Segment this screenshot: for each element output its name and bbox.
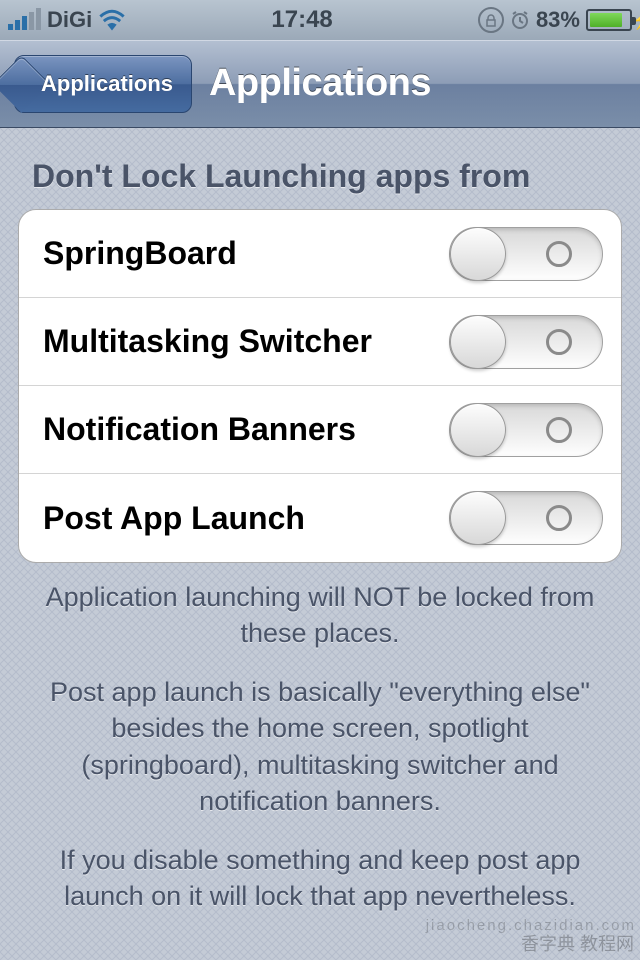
cell-springboard: SpringBoard	[19, 210, 621, 298]
back-button[interactable]: Applications	[14, 55, 192, 113]
page-title: Applications	[209, 62, 431, 105]
battery-icon: ⚡	[586, 9, 632, 31]
wifi-icon	[98, 9, 126, 31]
footer-paragraph: Application launching will NOT be locked…	[28, 579, 612, 652]
cell-label: Notification Banners	[43, 411, 356, 448]
cell-multitasking-switcher: Multitasking Switcher	[19, 298, 621, 386]
toggle-knob	[450, 403, 506, 457]
toggle-off-indicator	[546, 505, 572, 531]
cell-label: Post App Launch	[43, 500, 305, 537]
carrier-label: DiGi	[47, 7, 92, 33]
navigation-bar: Applications Applications	[0, 40, 640, 128]
footer-paragraph: If you disable something and keep post a…	[28, 842, 612, 915]
toggle-post-app-launch[interactable]	[449, 491, 603, 545]
cell-label: Multitasking Switcher	[43, 323, 372, 360]
footer-paragraph: Post app launch is basically "everything…	[28, 674, 612, 820]
rotation-lock-icon	[478, 7, 504, 33]
status-right: 83% ⚡	[478, 7, 632, 33]
signal-strength-icon	[8, 10, 41, 30]
toggle-off-indicator	[546, 417, 572, 443]
toggle-springboard[interactable]	[449, 227, 603, 281]
status-left: DiGi	[8, 7, 126, 33]
battery-percent: 83%	[536, 7, 580, 33]
toggle-off-indicator	[546, 329, 572, 355]
cell-notification-banners: Notification Banners	[19, 386, 621, 474]
toggle-knob	[450, 227, 506, 281]
cell-post-app-launch: Post App Launch	[19, 474, 621, 562]
toggle-notification-banners[interactable]	[449, 403, 603, 457]
section-footer: Application launching will NOT be locked…	[18, 563, 622, 953]
toggle-off-indicator	[546, 241, 572, 267]
toggle-knob	[450, 315, 506, 369]
toggle-knob	[450, 491, 506, 545]
watermark-text: 香字典 教程网	[521, 930, 634, 956]
cell-label: SpringBoard	[43, 235, 237, 272]
toggle-multitasking-switcher[interactable]	[449, 315, 603, 369]
settings-content[interactable]: Don't Lock Launching apps from SpringBoa…	[0, 128, 640, 960]
settings-group: SpringBoard Multitasking Switcher Notifi…	[18, 209, 622, 563]
back-button-label: Applications	[41, 71, 173, 97]
section-header: Don't Lock Launching apps from	[18, 150, 622, 209]
alarm-icon	[510, 10, 530, 30]
status-time: 17:48	[271, 6, 332, 34]
status-bar: DiGi 17:48 83% ⚡	[0, 0, 640, 40]
